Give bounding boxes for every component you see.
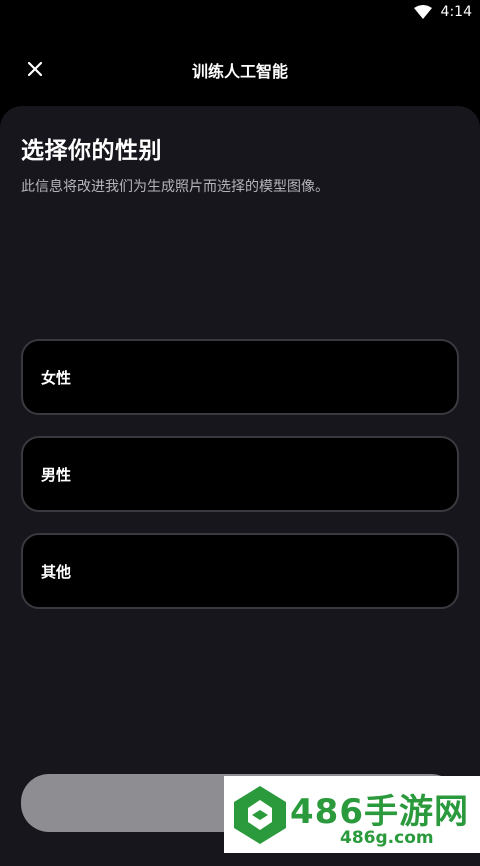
content-sheet: 选择你的性别 此信息将改进我们为生成照片而选择的模型图像。 女性 男性 其他 bbox=[0, 106, 480, 866]
option-male[interactable]: 男性 bbox=[21, 436, 459, 512]
status-time: 4:14 bbox=[440, 4, 472, 20]
option-label: 男性 bbox=[41, 466, 72, 484]
watermark: 486手游网 486g.com bbox=[224, 776, 480, 853]
watermark-logo-icon bbox=[234, 786, 286, 844]
option-label: 女性 bbox=[41, 369, 72, 387]
status-bar: 4:14 bbox=[0, 0, 480, 26]
option-other[interactable]: 其他 bbox=[21, 533, 459, 609]
section-description: 此信息将改进我们为生成照片而选择的模型图像。 bbox=[21, 179, 329, 195]
wifi-icon bbox=[414, 5, 432, 19]
option-label: 其他 bbox=[41, 563, 72, 581]
option-female[interactable]: 女性 bbox=[21, 339, 459, 415]
top-bar: 训练人工智能 bbox=[0, 44, 480, 96]
page-title: 训练人工智能 bbox=[191, 62, 288, 81]
section-heading: 选择你的性别 bbox=[21, 138, 162, 164]
watermark-text: 486手游网 bbox=[290, 792, 469, 832]
watermark-url: 486g.com bbox=[340, 828, 434, 848]
